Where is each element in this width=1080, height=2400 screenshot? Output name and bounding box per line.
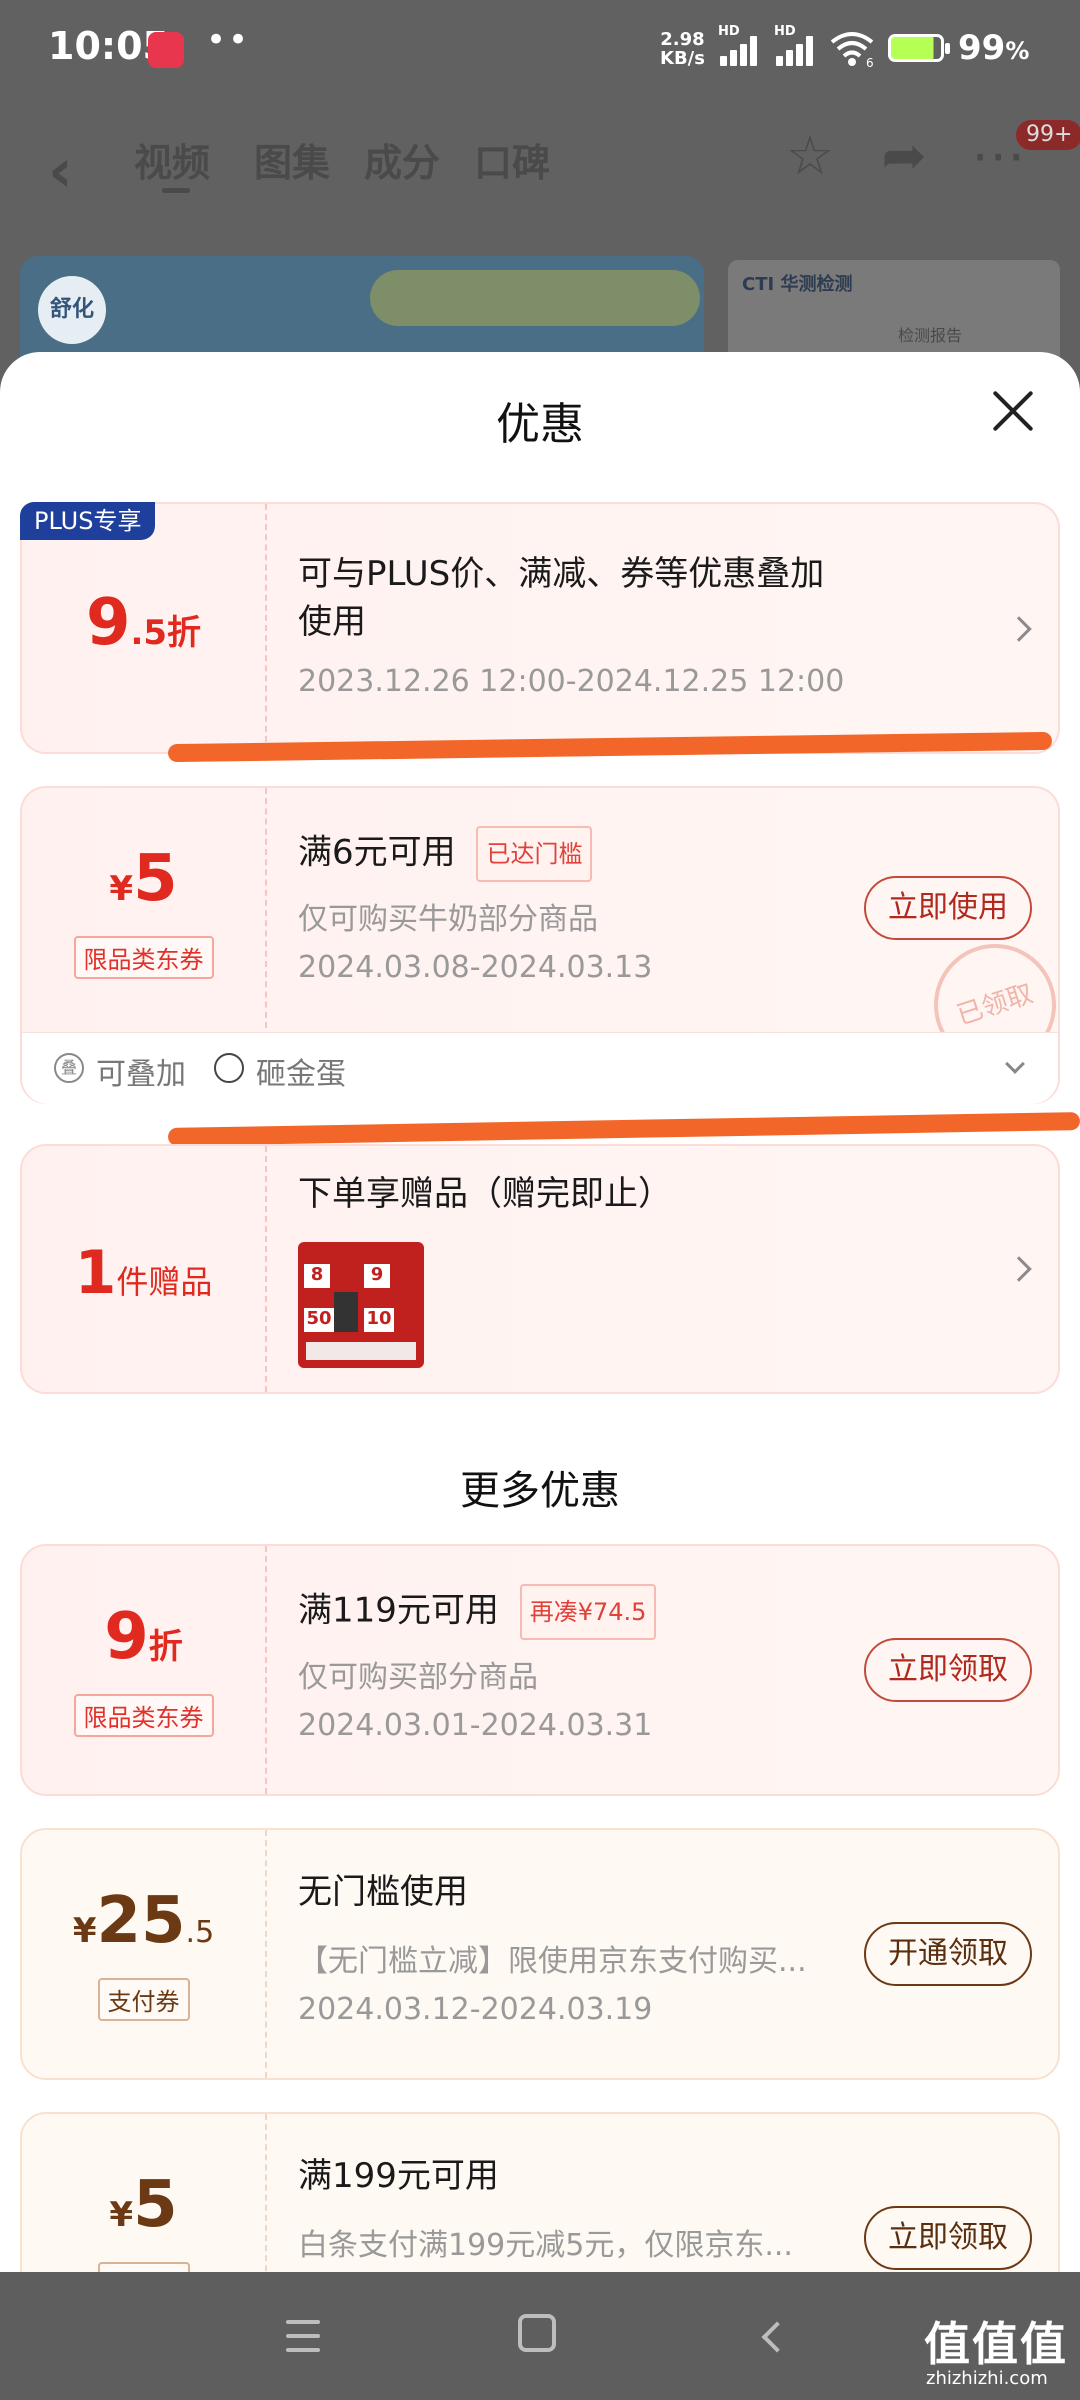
coupon-value: ¥5 [109,842,178,916]
stackable-icon: 叠 [54,1053,84,1083]
coupon-title: 满6元可用 已达门槛 [298,826,593,882]
shipping-promo-pill [370,270,700,326]
share-icon[interactable]: ➦ [874,126,934,186]
chevron-down-icon[interactable] [1005,1054,1025,1074]
close-icon[interactable] [990,388,1036,434]
coupon-features: 叠 可叠加 砸金蛋 [22,1032,1058,1104]
signal-strength-icon: HD [718,24,766,66]
claim-now-button[interactable]: 立即领取 [864,1638,1032,1702]
tab-video[interactable]: 视频 [134,132,210,187]
sheet-title: 优惠 [496,399,584,450]
watermark-logo: 值值值 [924,2317,1068,2371]
stackable-label: 可叠加 [96,1057,186,1092]
coupon-type-tag: 支付券 [97,1978,190,2021]
gift-count: 1件赠品 [74,1238,213,1308]
coupon-type-tag: 限品类东券 [73,1694,214,1737]
golden-egg-label: 砸金蛋 [256,1057,346,1092]
signal-hd-label: HD [718,24,740,39]
annotation-strike [167,1112,1080,1146]
app-notification-icon [148,32,184,68]
battery-icon [888,34,950,62]
coupon-desc: 仅可购买牛奶部分商品 [298,902,598,937]
network-speed-unit: KB/s [660,48,705,69]
network-speed: 2.98 KB/s [660,30,705,68]
tab-gallery[interactable]: 图集 [254,132,330,187]
discount-sheet: 优惠 PLUS专享 9.5折 可与PLUS价、满减、券等优惠叠加 使用 2023… [0,352,1080,2364]
coupon-desc: 白条支付满199元减5元，仅限京东... [298,2228,793,2263]
tab-ingredients[interactable]: 成分 [364,132,440,187]
battery-percent: 99% [958,28,1030,68]
tab-indicator [162,188,190,193]
claim-now-button[interactable]: 立即领取 [864,2206,1032,2270]
back-icon[interactable] [761,2321,793,2353]
coupon-card: ¥25.5 支付券 无门槛使用 【无门槛立减】限使用京东支付购买... 2024… [20,1828,1060,2080]
recent-apps-icon[interactable] [280,2314,324,2358]
back-icon[interactable]: ‹ [48,136,73,206]
chevron-right-icon[interactable] [1006,616,1032,642]
card-divider [265,788,267,1028]
golden-egg-icon [214,1053,244,1083]
plus-exclusive-badge: PLUS专享 [20,502,156,540]
add-more-tag: 再凑¥74.5 [519,1584,657,1640]
coupon-desc: 【无门槛立减】限使用京东支付购买... [298,1944,807,1979]
activate-claim-button[interactable]: 开通领取 [864,1922,1032,1986]
coupon-card: 9折 限品类东券 满119元可用 再凑¥74.5 仅可购买部分商品 2024.0… [20,1544,1060,1796]
coupon-type-tag: 限品类东券 [73,936,214,979]
coupon-date: 2024.03.12-2024.03.19 [298,1992,653,2027]
plus-discount-date: 2023.12.26 12:00-2024.12.25 12:00 [298,664,845,699]
coupon-value: ¥25.5 [72,1884,215,1958]
threshold-reached-tag: 已达门槛 [476,826,593,882]
watermark-site: zhizhizhi.com [926,2368,1048,2389]
status-bar: 10:05 •• 2.98 KB/s HD HD 6 99% [0,0,1080,96]
coupon-card: ¥5 限品类东券 满6元可用 已达门槛 仅可购买牛奶部分商品 2024.03.0… [20,786,1072,1104]
use-now-button[interactable]: 立即使用 [864,876,1032,940]
favorite-star-icon[interactable]: ☆ [780,126,840,186]
system-nav-bar [0,2272,1080,2400]
product-page-header: ‹ 视频 图集 成分 口碑 ☆ ➦ ⋯ 99+ 舒化 CTI 华测检测 检测报告 [0,96,1080,406]
card-divider [265,1546,267,1794]
plus-discount-title: 可与PLUS价、满减、券等优惠叠加 使用 [298,554,825,642]
coupon-date: 2024.03.01-2024.03.31 [298,1708,653,1743]
plus-discount-card[interactable]: PLUS专享 9.5折 可与PLUS价、满减、券等优惠叠加 使用 2023.12… [20,502,1060,754]
coupon-title: 无门槛使用 [298,1872,468,1912]
card-divider [265,504,267,752]
report-brand: CTI 华测检测 [742,274,853,295]
card-divider [265,1830,267,2078]
signal-strength-icon: HD [774,24,822,66]
card-divider [265,1146,267,1392]
signal-hd-label: HD [774,24,796,39]
wifi-band-label: 6 [866,56,874,68]
gift-title: 下单享赠品（赠完即止） [298,1174,672,1214]
gift-product-thumbnail: 8 9 50 10 [298,1242,424,1368]
gift-card[interactable]: 1件赠品 下单享赠品（赠完即止） 8 9 50 10 [20,1144,1060,1394]
more-offers-heading: 更多优惠 [460,1468,620,1514]
network-speed-value: 2.98 [660,29,705,50]
report-label: 检测报告 [898,326,963,345]
message-count-badge: 99+ [1016,120,1080,150]
tab-reviews[interactable]: 口碑 [474,132,550,187]
coupon-title: 满199元可用 [298,2156,499,2196]
coupon-date: 2024.03.08-2024.03.13 [298,950,653,985]
brand-logo: 舒化 [38,276,106,344]
discount-value: 9.5折 [85,586,202,660]
coupon-value: 9折 [104,1600,183,1674]
wifi-icon: 6 [830,32,874,68]
more-notifications-indicator: •• [206,20,251,60]
coupon-desc: 仅可购买部分商品 [298,1660,538,1695]
coupon-title: 满119元可用 再凑¥74.5 [298,1584,657,1640]
coupon-value: ¥5 [109,2168,178,2242]
home-icon[interactable] [518,2314,556,2352]
chevron-right-icon[interactable] [1006,1256,1032,1282]
